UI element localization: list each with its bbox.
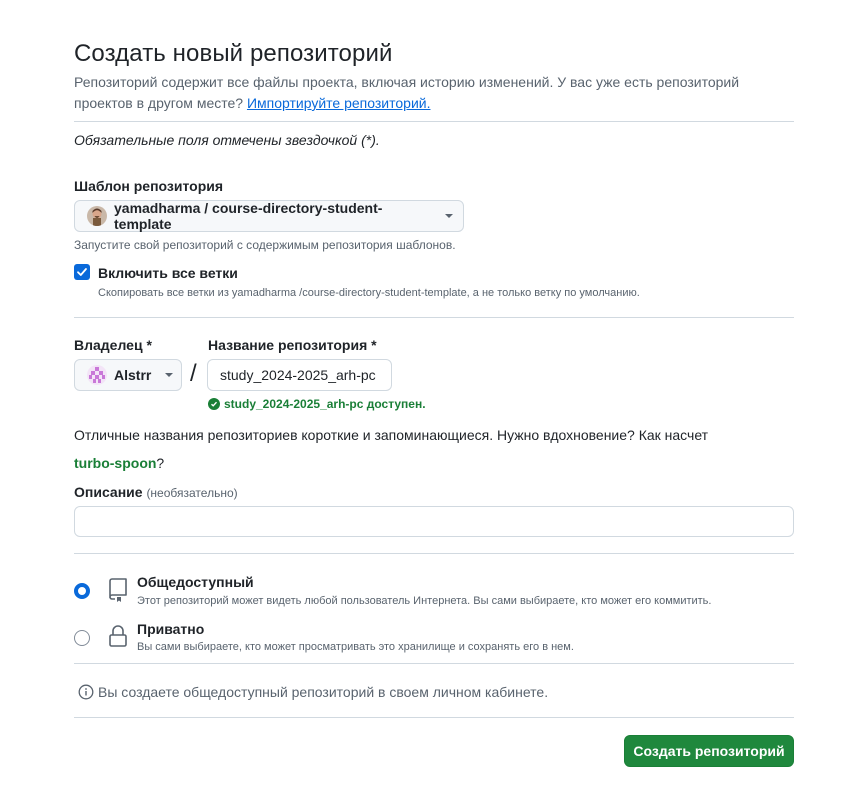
- template-select-value: yamadharma / course-directory-student-te…: [114, 200, 383, 232]
- create-repository-button[interactable]: Создать репозиторий: [624, 735, 794, 767]
- repo-name-label: Название репозитория *: [208, 337, 377, 353]
- inspiration-suffix: ?: [156, 455, 165, 471]
- chevron-down-icon: [165, 373, 174, 377]
- availability-message: study_2024-2025_arh-pc доступен.: [208, 397, 426, 411]
- visibility-info-note: Вы создаете общедоступный репозиторий в …: [78, 684, 548, 700]
- import-repository-link[interactable]: Импортируйте репозиторий.: [247, 95, 431, 111]
- description-label: Описание (необязательно): [74, 484, 238, 500]
- lock-icon: [108, 624, 128, 653]
- page-title: Создать новый репозиторий: [74, 40, 393, 67]
- description-label-text: Описание: [74, 484, 143, 500]
- page-subtitle: Репозиторий содержит все файлы проекта, …: [74, 72, 774, 114]
- visibility-public-desc: Этот репозиторий может видеть любой поль…: [137, 595, 712, 607]
- repo-name-input[interactable]: study_2024-2025_arh-pc: [207, 359, 392, 391]
- divider: [74, 121, 794, 122]
- inspiration-text: Отличные названия репозиториев короткие …: [74, 427, 709, 443]
- required-fields-note: Обязательные поля отмечены звездочкой (*…: [74, 132, 380, 148]
- visibility-private-desc: Вы сами выбираете, кто может просматрива…: [137, 641, 574, 653]
- description-optional: (необязательно): [146, 486, 238, 500]
- repo-book-icon: [107, 577, 129, 608]
- chevron-down-icon: [445, 214, 453, 218]
- divider: [74, 717, 794, 718]
- owner-repo-separator: /: [190, 360, 197, 387]
- include-branches-checkbox[interactable]: [74, 264, 90, 280]
- info-icon: [78, 684, 94, 700]
- divider: [74, 553, 794, 554]
- template-owner-avatar: [87, 206, 107, 226]
- info-text: Вы создаете общедоступный репозиторий в …: [98, 684, 549, 700]
- visibility-private-title: Приватно: [137, 621, 205, 637]
- availability-text: study_2024-2025_arh-pc доступен.: [224, 397, 426, 411]
- template-select[interactable]: yamadharma / course-directory-student-te…: [74, 200, 464, 232]
- owner-label: Владелец *: [74, 337, 152, 353]
- check-circle-icon: [208, 398, 220, 410]
- name-inspiration: Отличные названия репозиториев короткие …: [74, 421, 774, 477]
- divider: [74, 663, 794, 664]
- include-branches-label[interactable]: Включить все ветки: [98, 265, 238, 281]
- owner-avatar: [87, 365, 107, 385]
- visibility-private-radio[interactable]: [74, 630, 90, 646]
- description-input[interactable]: [74, 506, 794, 537]
- visibility-public-radio[interactable]: [74, 583, 90, 599]
- check-icon: [77, 268, 87, 276]
- suggested-name[interactable]: turbo-spoon: [74, 455, 156, 471]
- owner-select[interactable]: Alstrr: [74, 359, 182, 391]
- include-branches-hint: Скопировать все ветки из yamadharma /cou…: [98, 287, 640, 299]
- owner-select-value: Alstrr: [114, 367, 152, 383]
- visibility-public-title: Общедоступный: [137, 574, 254, 590]
- template-label: Шаблон репозитория: [74, 178, 224, 194]
- divider: [74, 317, 794, 318]
- template-hint: Запустите свой репозиторий с содержимым …: [74, 238, 456, 252]
